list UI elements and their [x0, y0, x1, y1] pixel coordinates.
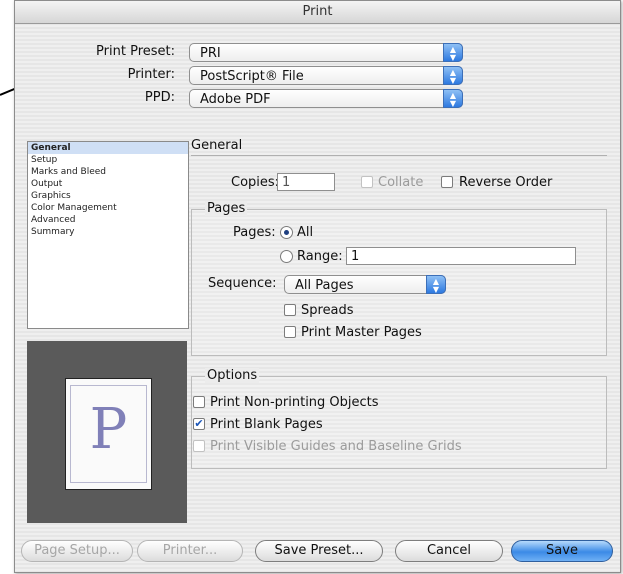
collate-checkbox[interactable]	[361, 176, 373, 188]
checkmark-icon: ✔	[194, 417, 204, 430]
copies-field[interactable]: 1	[277, 173, 335, 191]
ppd-value: Adobe PDF	[200, 92, 271, 107]
print-preset-label: Print Preset:	[96, 44, 175, 59]
pages-all-radio[interactable]	[280, 226, 293, 239]
ppd-label: PPD:	[144, 90, 175, 105]
printer-value: PostScript® File	[200, 69, 304, 84]
collate-label: Collate	[378, 175, 424, 190]
print-preset-popup[interactable]: PRI ▲ ▼	[189, 43, 463, 62]
print-blank-pages-label: Print Blank Pages	[210, 417, 323, 432]
general-title: General	[191, 138, 243, 153]
category-list: General Setup Marks and Bleed Output Gra…	[27, 141, 189, 329]
cancel-button[interactable]: Cancel	[395, 540, 503, 562]
print-nonprinting-objects-label: Print Non-printing Objects	[210, 395, 379, 410]
sidebar-item-output[interactable]: Output	[28, 178, 188, 190]
print-master-pages-checkbox[interactable]	[284, 326, 296, 338]
printer-popup[interactable]: PostScript® File ▲ ▼	[189, 66, 463, 85]
sidebar-item-graphics[interactable]: Graphics	[28, 190, 188, 202]
sequence-label: Sequence:	[208, 276, 277, 291]
general-divider	[191, 155, 607, 156]
sidebar-item-summary[interactable]: Summary	[28, 226, 188, 238]
print-nonprinting-objects-checkbox[interactable]	[193, 396, 205, 408]
window-title: Print	[15, 1, 620, 24]
print-visible-guides-checkbox[interactable]	[193, 440, 205, 452]
sidebar-item-marks-and-bleed[interactable]: Marks and Bleed	[28, 166, 188, 178]
sidebar-item-color-management[interactable]: Color Management	[28, 202, 188, 214]
popup-arrows-icon: ▲ ▼	[443, 66, 463, 85]
sidebar-item-general[interactable]: General	[28, 142, 188, 154]
sequence-popup[interactable]: All Pages ▲ ▼	[284, 275, 446, 294]
sequence-value: All Pages	[295, 278, 354, 293]
popup-arrows-icon: ▲ ▼	[443, 89, 463, 108]
sidebar-item-setup[interactable]: Setup	[28, 154, 188, 166]
pages-group-title: Pages	[205, 201, 248, 216]
spreads-label: Spreads	[301, 303, 354, 318]
sidebar-item-advanced[interactable]: Advanced	[28, 214, 188, 226]
copies-label: Copies:	[231, 175, 280, 190]
popup-arrows-icon: ▲ ▼	[426, 275, 446, 294]
printer-label: Printer:	[127, 67, 175, 82]
print-blank-pages-checkbox[interactable]: ✔	[193, 418, 205, 430]
popup-arrows-icon: ▲ ▼	[443, 43, 463, 62]
pages-label: Pages:	[233, 225, 276, 240]
save-preset-button[interactable]: Save Preset...	[255, 540, 383, 562]
save-button[interactable]: Save	[511, 540, 613, 562]
options-group-title: Options	[205, 368, 260, 383]
reverse-order-label: Reverse Order	[459, 175, 553, 190]
reverse-order-checkbox[interactable]	[441, 176, 453, 188]
pages-all-label: All	[297, 225, 314, 240]
print-master-pages-label: Print Master Pages	[301, 325, 422, 340]
pages-range-radio[interactable]	[280, 250, 293, 263]
page-preview: P	[27, 341, 187, 523]
preview-page: P	[65, 378, 152, 490]
printer-button[interactable]: Printer...	[137, 540, 243, 562]
pages-range-field[interactable]: 1	[346, 247, 576, 265]
ppd-popup[interactable]: Adobe PDF ▲ ▼	[189, 89, 463, 108]
print-dialog: Print Print Preset: PRI ▲ ▼ Printer: Post…	[14, 0, 621, 573]
spreads-checkbox[interactable]	[284, 304, 296, 316]
pages-range-label: Range:	[297, 249, 343, 264]
print-preset-value: PRI	[200, 46, 221, 61]
preview-letter: P	[89, 397, 128, 462]
page-setup-button[interactable]: Page Setup...	[21, 540, 133, 562]
print-visible-guides-label: Print Visible Guides and Baseline Grids	[210, 439, 462, 454]
